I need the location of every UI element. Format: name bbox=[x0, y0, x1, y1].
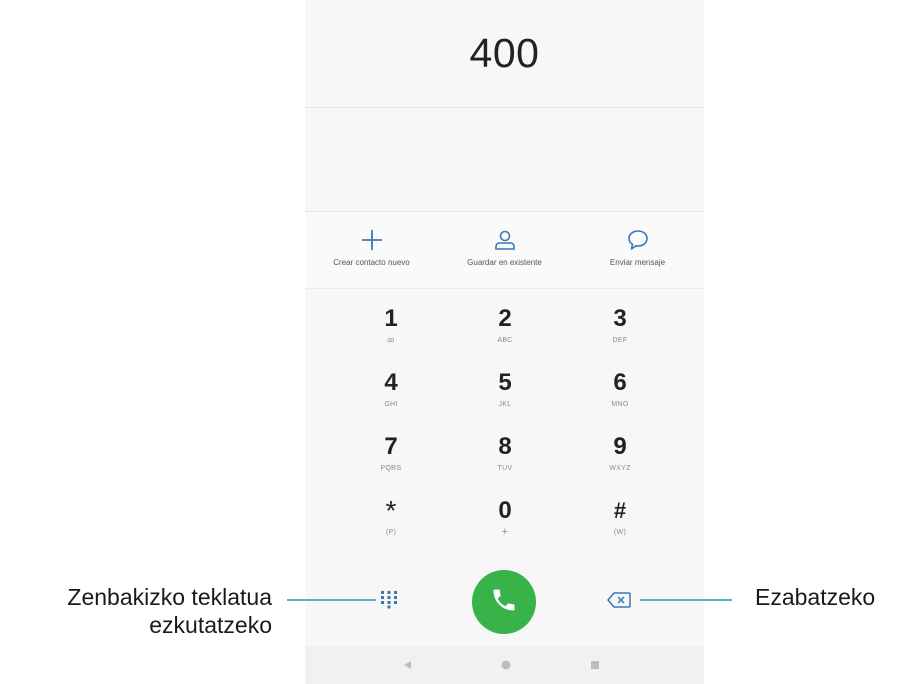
send-message-button[interactable]: Enviar mensaje bbox=[571, 212, 704, 288]
key-8[interactable]: 8 TUV bbox=[447, 426, 563, 480]
backspace-icon bbox=[607, 591, 631, 613]
key-1[interactable]: 1 ꝏ bbox=[333, 298, 449, 352]
hide-keypad-button[interactable] bbox=[371, 586, 407, 616]
key-letters: PQRS bbox=[380, 464, 402, 472]
key-9[interactable]: 9 WXYZ bbox=[562, 426, 678, 480]
create-contact-label: Crear contacto nuevo bbox=[333, 258, 410, 267]
key-letters: TUV bbox=[497, 464, 513, 472]
key-digit: # bbox=[613, 497, 627, 523]
number-display: 400 bbox=[305, 0, 704, 108]
back-button[interactable] bbox=[398, 657, 416, 675]
action-row: Crear contacto nuevo Guardar en existent… bbox=[305, 212, 704, 289]
key-6[interactable]: 6 MNO bbox=[562, 362, 678, 416]
key-digit: 0 bbox=[498, 496, 512, 524]
key-letters: MNO bbox=[611, 400, 629, 408]
callout-line-1: Zenbakizko teklatua bbox=[67, 584, 272, 610]
key-digit: 7 bbox=[384, 432, 398, 460]
hide-keypad-callout: Zenbakizko teklatua ezkutatzeko bbox=[0, 583, 272, 639]
callout-line-2: ezkutatzeko bbox=[149, 612, 272, 638]
plus-icon bbox=[358, 226, 386, 254]
key-letters: ABC bbox=[497, 336, 513, 344]
chat-bubble-icon bbox=[624, 226, 652, 254]
navigation-bar bbox=[305, 646, 704, 684]
key-5[interactable]: 5 JKL bbox=[447, 362, 563, 416]
dialpad-grid-icon bbox=[379, 589, 399, 614]
key-star[interactable]: * (P) bbox=[333, 490, 449, 544]
key-digit: 5 bbox=[498, 368, 512, 396]
save-existing-button[interactable]: Guardar en existente bbox=[438, 212, 571, 288]
keypad: 1 ꝏ 2 ABC 3 DEF 4 GHI 5 JKL 6 MNO 7 PQRS bbox=[305, 289, 704, 559]
key-digit: 2 bbox=[498, 304, 512, 332]
key-digit: 9 bbox=[613, 432, 627, 460]
voicemail-icon: ꝏ bbox=[387, 336, 395, 344]
right-leader-line bbox=[640, 599, 732, 601]
delete-callout: Ezabatzeko bbox=[755, 584, 876, 610]
create-contact-button[interactable]: Crear contacto nuevo bbox=[305, 212, 438, 288]
home-button[interactable] bbox=[497, 657, 515, 675]
key-3[interactable]: 3 DEF bbox=[562, 298, 678, 352]
bottom-controls bbox=[305, 560, 704, 646]
key-digit: 4 bbox=[384, 368, 398, 396]
back-triangle-icon bbox=[402, 657, 412, 675]
key-digit: 1 bbox=[384, 304, 398, 332]
key-4[interactable]: 4 GHI bbox=[333, 362, 449, 416]
key-letters: (P) bbox=[385, 528, 397, 536]
recent-square-icon bbox=[590, 657, 600, 675]
key-2[interactable]: 2 ABC bbox=[447, 298, 563, 352]
person-icon bbox=[491, 226, 519, 254]
key-letters: GHI bbox=[384, 400, 398, 408]
save-existing-label: Guardar en existente bbox=[467, 258, 542, 267]
key-0[interactable]: 0 + bbox=[447, 490, 563, 544]
delete-button[interactable] bbox=[601, 587, 637, 617]
key-letters: WXYZ bbox=[609, 464, 631, 472]
key-letters: (W) bbox=[613, 528, 627, 536]
key-digit: 3 bbox=[613, 304, 627, 332]
call-button[interactable] bbox=[472, 570, 536, 634]
key-digit: * bbox=[385, 494, 397, 526]
key-7[interactable]: 7 PQRS bbox=[333, 426, 449, 480]
suggestions-area bbox=[305, 108, 704, 212]
key-digit: 6 bbox=[613, 368, 627, 396]
phone-call-icon bbox=[490, 586, 518, 619]
dialed-number: 400 bbox=[469, 30, 540, 76]
left-leader-line bbox=[287, 599, 376, 601]
key-letters: DEF bbox=[612, 336, 628, 344]
key-digit: 8 bbox=[498, 432, 512, 460]
home-circle-icon bbox=[501, 657, 511, 675]
send-message-label: Enviar mensaje bbox=[609, 258, 666, 267]
key-letters: JKL bbox=[498, 400, 512, 408]
key-hash[interactable]: # (W) bbox=[562, 490, 678, 544]
dialer-screen: 400 Crear contacto nuevo Guardar en exis… bbox=[305, 0, 704, 684]
recent-apps-button[interactable] bbox=[586, 657, 604, 675]
key-letters: + bbox=[501, 525, 509, 538]
